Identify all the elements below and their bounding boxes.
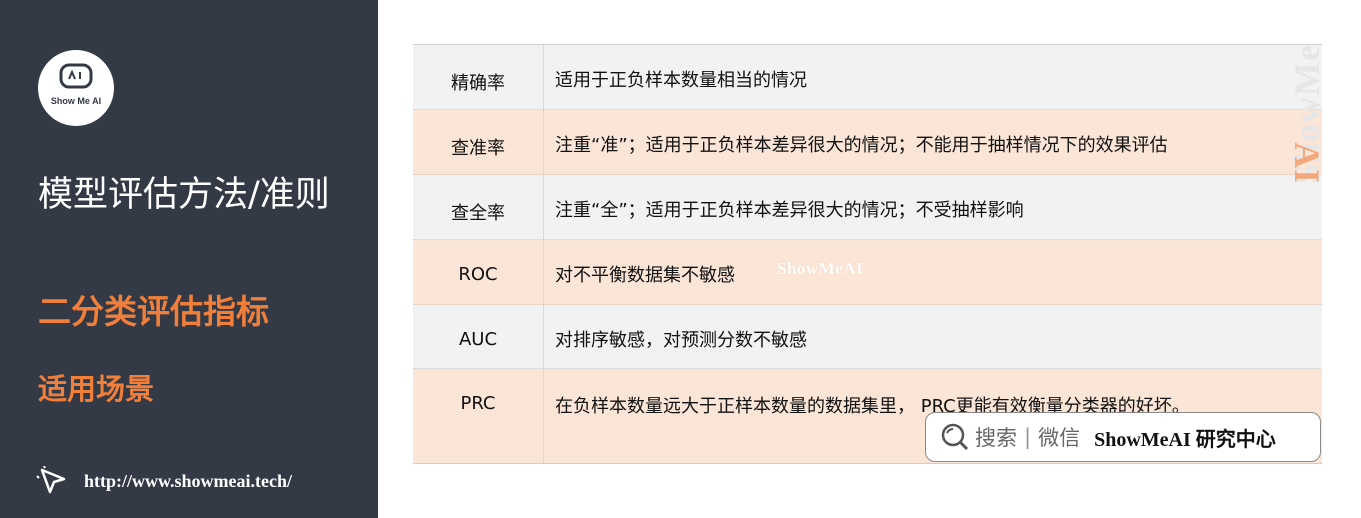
section-title: 二分类评估指标 <box>38 292 269 331</box>
badge-brand: ShowMeAI 研究中心 <box>1094 428 1276 451</box>
sidebar: Show Me AI 模型评估方法/准则 二分类评估指标 适用场景 http:/… <box>0 0 378 518</box>
search-icon <box>941 423 969 451</box>
metric-description: 注重“全”；适用于正负样本差异很大的情况；不受抽样影响 <box>555 200 1024 221</box>
table-row: ROC 对不平衡数据集不敏感 <box>413 240 1322 305</box>
cursor-pointer-icon <box>36 466 66 494</box>
watermark-vertical-accent: AI <box>1287 141 1327 184</box>
table-row: AUC 对排序敏感，对预测分数不敏感 <box>413 305 1322 369</box>
metric-name: AUC <box>413 305 544 368</box>
watermark-vertical: AI ShowMe <box>1286 44 1327 284</box>
watermark-inline: ShowMeAI <box>777 259 864 278</box>
metric-name: ROC <box>413 240 544 304</box>
wechat-search-badge: 搜索 | 微信 ShowMeAI 研究中心 <box>925 412 1321 462</box>
search-label: 搜索 <box>975 426 1017 450</box>
metric-description: 适用于正负样本数量相当的情况 <box>555 70 807 91</box>
table-row: 查准率 注重“准”；适用于正负样本差异很大的情况；不能用于抽样情况下的效果评估 <box>413 110 1322 175</box>
logo-text: Show Me AI <box>50 96 102 106</box>
metric-description: 对排序敏感，对预测分数不敏感 <box>555 330 807 351</box>
metric-description: 对不平衡数据集不敏感 <box>555 265 735 286</box>
badge-separator: | <box>1024 425 1032 449</box>
table-row: 精确率 适用于正负样本数量相当的情况 <box>413 45 1322 110</box>
showmeai-logo: Show Me AI <box>38 50 114 126</box>
robot-face-icon <box>59 63 93 89</box>
website-url[interactable]: http://www.showmeai.tech/ <box>84 471 292 492</box>
metric-name: 精确率 <box>413 45 544 109</box>
metric-name: 查准率 <box>413 110 544 174</box>
metric-description: 注重“准”；适用于正负样本差异很大的情况；不能用于抽样情况下的效果评估 <box>555 135 1168 156</box>
metric-name: 查全率 <box>413 175 544 239</box>
metrics-table: 精确率 适用于正负样本数量相当的情况 查准率 注重“准”；适用于正负样本差异很大… <box>413 44 1322 464</box>
metric-name: PRC <box>413 369 544 463</box>
subsection-title: 适用场景 <box>38 372 155 406</box>
website-link[interactable]: http://www.showmeai.tech/ <box>36 466 292 496</box>
table-row: 查全率 注重“全”；适用于正负样本差异很大的情况；不受抽样影响 <box>413 175 1322 240</box>
wechat-label: 微信 <box>1038 426 1081 450</box>
page-title: 模型评估方法/准则 <box>38 175 330 215</box>
